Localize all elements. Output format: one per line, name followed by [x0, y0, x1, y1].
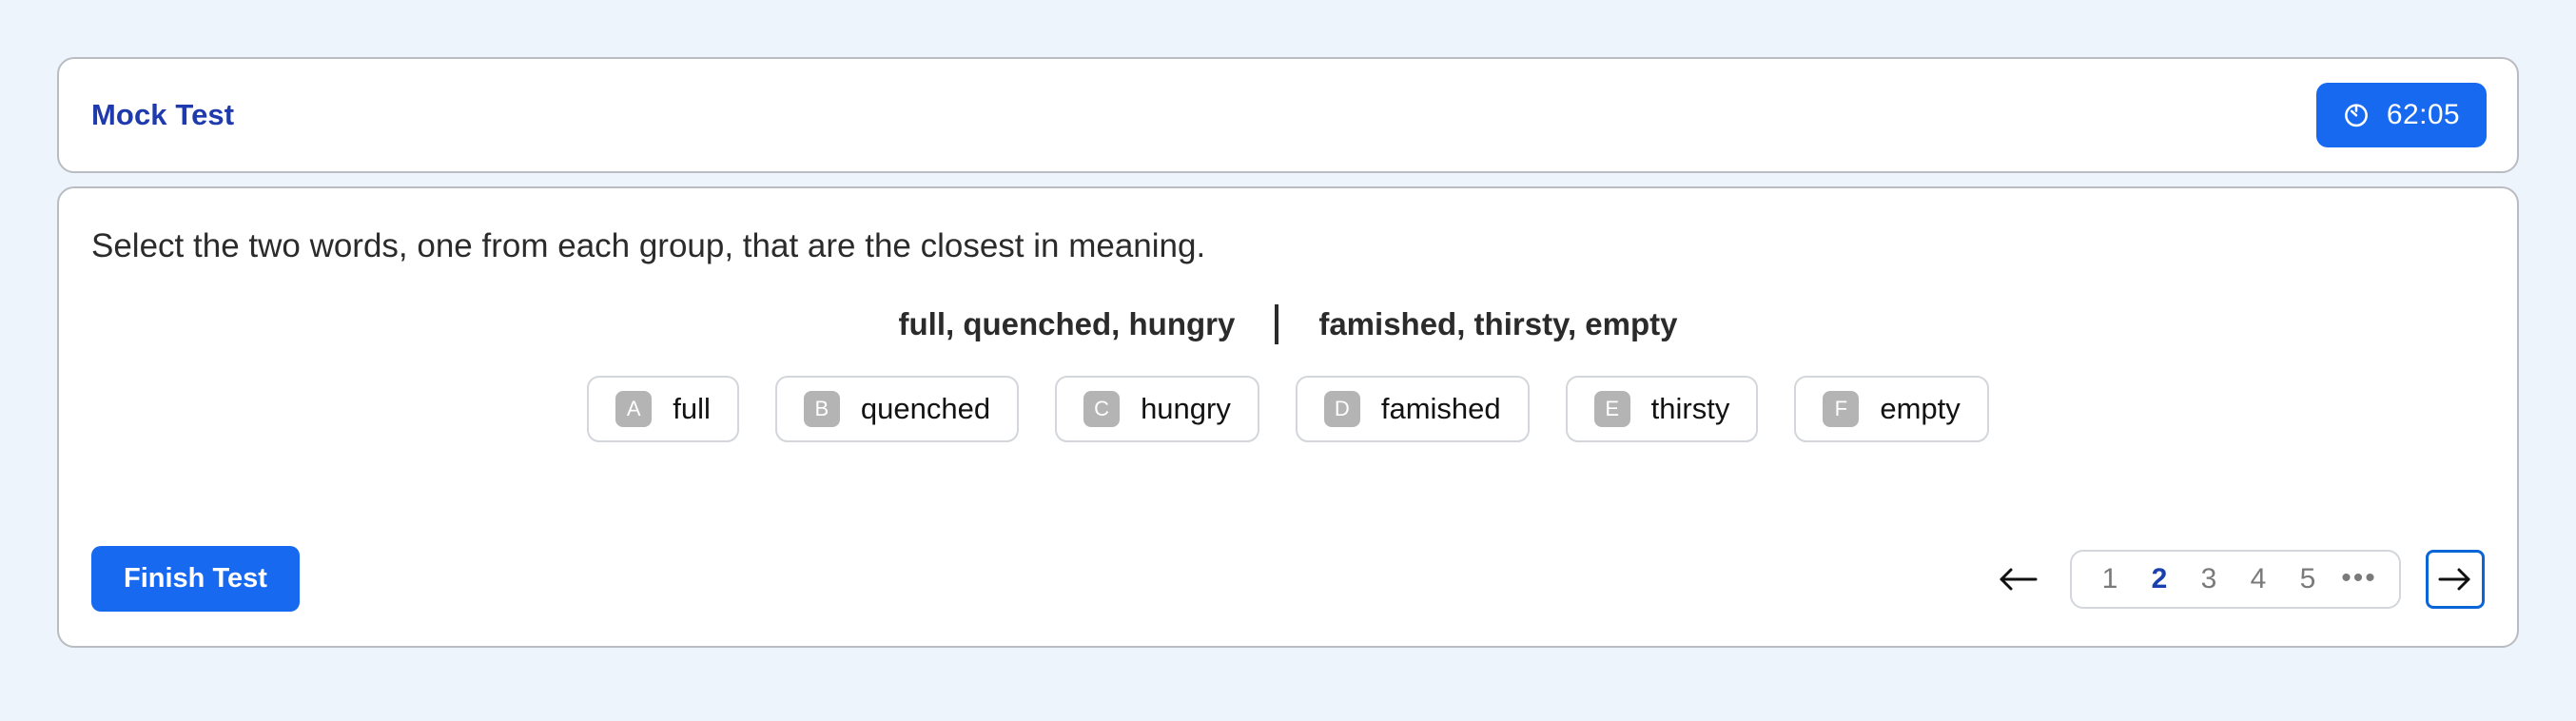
arrow-left-icon: [1996, 563, 2039, 595]
option-label: famished: [1380, 392, 1501, 425]
arrow-right-icon: [2436, 565, 2474, 594]
page-ellipsis-icon[interactable]: •••: [2332, 553, 2386, 606]
test-page: Mock Test 62:05 Select the two words, on…: [0, 0, 2576, 721]
option-f[interactable]: F empty: [1794, 376, 1989, 442]
timer-value: 62:05: [2386, 99, 2460, 130]
question-footer: Finish Test 1 2 3 4 5 •••: [91, 546, 2485, 612]
option-label: full: [673, 392, 711, 425]
page-number-1[interactable]: 1: [2085, 553, 2135, 606]
option-c[interactable]: C hungry: [1055, 376, 1259, 442]
pagination: 1 2 3 4 5 •••: [1990, 549, 2485, 609]
option-key-badge: A: [615, 391, 653, 427]
page-number-4[interactable]: 4: [2234, 553, 2283, 606]
finish-test-button[interactable]: Finish Test: [91, 546, 300, 612]
page-number-list: 1 2 3 4 5 •••: [2070, 549, 2401, 609]
page-number-3[interactable]: 3: [2184, 553, 2234, 606]
page-number-5[interactable]: 5: [2283, 553, 2332, 606]
option-key-badge: D: [1323, 391, 1360, 427]
word-groups: full, quenched, hungry famished, thirsty…: [91, 304, 2485, 344]
option-d[interactable]: D famished: [1295, 376, 1530, 442]
answer-options: A full B quenched C hungry D famished E …: [91, 376, 2485, 442]
question-prompt: Select the two words, one from each grou…: [91, 227, 1206, 264]
question-card: Select the two words, one from each grou…: [57, 186, 2519, 648]
timer-badge: 62:05: [2315, 83, 2487, 147]
next-page-button[interactable]: [2426, 549, 2485, 609]
option-label: empty: [1880, 392, 1961, 425]
word-group-right: famished, thirsty, empty: [1318, 306, 1678, 341]
test-header-card: Mock Test 62:05: [57, 57, 2519, 173]
option-key-badge: E: [1593, 391, 1630, 427]
group-divider-icon: [1275, 304, 1279, 344]
option-b[interactable]: B quenched: [774, 376, 1020, 442]
option-key-badge: F: [1823, 391, 1860, 427]
timer-icon: [2341, 100, 2371, 130]
option-label: thirsty: [1650, 392, 1730, 425]
option-label: quenched: [860, 392, 991, 425]
previous-page-button[interactable]: [1990, 552, 2045, 607]
option-e[interactable]: E thirsty: [1565, 376, 1759, 442]
page-number-2[interactable]: 2: [2135, 553, 2184, 606]
option-key-badge: B: [803, 391, 840, 427]
option-key-badge: C: [1083, 391, 1121, 427]
word-group-left: full, quenched, hungry: [898, 306, 1236, 341]
option-a[interactable]: A full: [587, 376, 739, 442]
option-label: hungry: [1141, 392, 1231, 425]
page-title: Mock Test: [91, 98, 235, 131]
